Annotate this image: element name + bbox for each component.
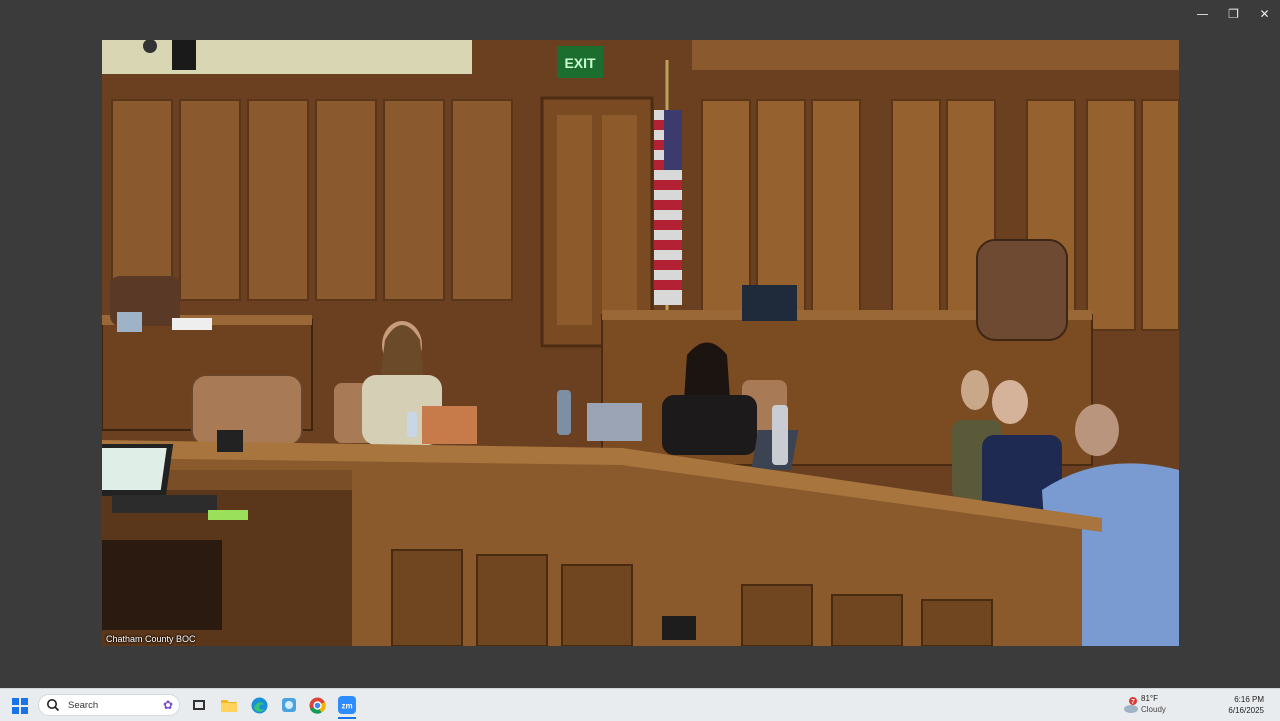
system-clock[interactable]: 6:16 PM 6/16/2025: [1228, 694, 1264, 716]
file-explorer-icon[interactable]: [220, 696, 238, 714]
app-icon[interactable]: [280, 696, 298, 714]
search-placeholder: Search: [68, 699, 99, 711]
restore-button[interactable]: ❐: [1218, 0, 1249, 28]
zoom-label: zm: [341, 702, 352, 711]
video-feed[interactable]: EXIT Chatham County BOC: [102, 40, 1179, 646]
cloud-icon: 7: [1124, 697, 1138, 713]
task-view-icon[interactable]: [190, 696, 208, 714]
clock-date: 6/16/2025: [1228, 706, 1264, 715]
close-button[interactable]: ✕: [1249, 0, 1280, 28]
video-caption: Chatham County BOC: [106, 634, 196, 644]
window-controls: — ❐ ✕: [1187, 0, 1280, 28]
edge-icon[interactable]: [250, 696, 268, 714]
active-indicator: [338, 717, 356, 719]
zoom-icon[interactable]: zm: [338, 696, 356, 714]
taskbar: Search ✿ zm 7 81°F Cloudy 6:16 PM 6/16/2…: [0, 688, 1280, 721]
clock-time: 6:16 PM: [1234, 695, 1264, 704]
search-highlight-icon: ✿: [162, 698, 173, 712]
search-icon: [47, 699, 60, 712]
ceiling-light-area: [102, 40, 472, 74]
weather-condition: Cloudy: [1141, 705, 1166, 714]
exit-sign: EXIT: [564, 55, 596, 71]
chrome-icon[interactable]: [308, 696, 326, 714]
taskbar-search[interactable]: Search ✿: [38, 694, 180, 716]
us-flag: [654, 110, 682, 305]
start-button[interactable]: [12, 698, 28, 714]
weather-widget[interactable]: 7 81°F Cloudy: [1122, 694, 1182, 718]
weather-temp: 81°F: [1141, 694, 1158, 703]
minimize-button[interactable]: —: [1187, 0, 1218, 28]
meeting-window: — ❐ ✕ EXIT Chatham County BOC: [0, 0, 1280, 688]
courtroom-scene: EXIT: [102, 40, 1179, 646]
